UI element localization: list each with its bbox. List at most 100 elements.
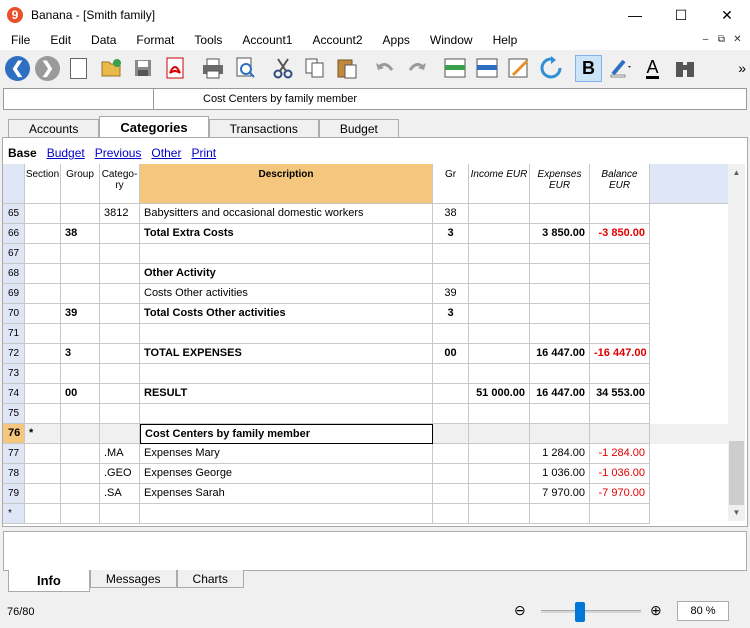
menu-apps[interactable]: Apps — [373, 30, 420, 50]
mdi-close-button[interactable]: ✕ — [731, 33, 744, 46]
table-row[interactable]: 77 .MA Expenses Mary 1 284.00 -1 284.00 — [3, 444, 728, 464]
cell-income[interactable] — [469, 464, 530, 484]
row-number[interactable]: 70 — [3, 304, 25, 324]
cell-gr[interactable] — [433, 324, 469, 344]
cell-expenses[interactable] — [530, 364, 590, 384]
vertical-scrollbar[interactable]: ▲ ▼ — [728, 164, 745, 521]
toolbar-more-icon[interactable]: » — [738, 60, 746, 76]
cell-expenses[interactable]: 16 447.00 — [530, 384, 590, 404]
cell-category[interactable] — [100, 264, 140, 284]
row-number[interactable]: 74 — [3, 384, 25, 404]
cell-balance[interactable] — [590, 404, 650, 424]
cut-icon[interactable] — [269, 55, 296, 82]
cell-gr[interactable] — [433, 424, 469, 444]
table-row[interactable]: 78 .GEO Expenses George 1 036.00 -1 036.00 — [3, 464, 728, 484]
close-button[interactable]: ✕ — [704, 0, 750, 30]
header-section[interactable]: Section — [25, 164, 61, 204]
cell-group[interactable] — [61, 484, 100, 504]
open-file-icon[interactable] — [97, 55, 124, 82]
cell-description[interactable]: Expenses Sarah — [140, 484, 433, 504]
back-icon[interactable]: ❮ — [5, 55, 30, 81]
print-icon[interactable] — [199, 55, 226, 82]
tab-charts[interactable]: Charts — [176, 570, 244, 588]
cell-category[interactable] — [100, 384, 140, 404]
cell-group[interactable]: 39 — [61, 304, 100, 324]
cell-description[interactable]: Total Extra Costs — [140, 224, 433, 244]
cell-section[interactable] — [25, 244, 61, 264]
menu-window[interactable]: Window — [420, 30, 483, 50]
cell-expenses[interactable] — [530, 504, 590, 524]
row-number[interactable]: 66 — [3, 224, 25, 244]
cell-expenses[interactable]: 7 970.00 — [530, 484, 590, 504]
cell-expenses[interactable] — [530, 304, 590, 324]
row-number[interactable]: 69 — [3, 284, 25, 304]
cell-category[interactable] — [100, 404, 140, 424]
menu-data[interactable]: Data — [81, 30, 126, 50]
cell-section[interactable] — [25, 384, 61, 404]
cell-group[interactable] — [61, 404, 100, 424]
row-number[interactable]: 72 — [3, 344, 25, 364]
cell-section[interactable] — [25, 204, 61, 224]
cell-gr[interactable]: 38 — [433, 204, 469, 224]
cell-balance[interactable] — [590, 284, 650, 304]
cell-section[interactable] — [25, 404, 61, 424]
row-number[interactable]: 75 — [3, 404, 25, 424]
cell-gr[interactable]: 3 — [433, 224, 469, 244]
table-row[interactable]: 72 3 TOTAL EXPENSES 00 16 447.00 -16 447.00 — [3, 344, 728, 364]
add-row-icon[interactable] — [441, 55, 468, 82]
cell-balance[interactable]: -3 850.00 — [590, 224, 650, 244]
cell-balance[interactable] — [590, 424, 650, 444]
cell-expenses[interactable] — [530, 264, 590, 284]
cell-gr[interactable] — [433, 444, 469, 464]
header-gr[interactable]: Gr — [433, 164, 469, 204]
view-other[interactable]: Other — [151, 146, 181, 160]
row-number[interactable]: 73 — [3, 364, 25, 384]
minimize-button[interactable]: — — [612, 0, 658, 30]
cell-balance[interactable] — [590, 244, 650, 264]
row-number[interactable]: * — [3, 504, 25, 524]
cell-expenses[interactable]: 1 036.00 — [530, 464, 590, 484]
view-base[interactable]: Base — [8, 146, 37, 160]
cell-group[interactable] — [61, 264, 100, 284]
cell-gr[interactable] — [433, 364, 469, 384]
table-row[interactable]: 74 00 RESULT 51 000.00 16 447.00 34 553.00 — [3, 384, 728, 404]
cell-section[interactable] — [25, 364, 61, 384]
cell-expenses[interactable] — [530, 284, 590, 304]
cell-section[interactable] — [25, 284, 61, 304]
cell-section[interactable] — [25, 464, 61, 484]
cell-category[interactable]: .SA — [100, 484, 140, 504]
cell-income[interactable] — [469, 304, 530, 324]
tab-info[interactable]: Info — [8, 570, 90, 592]
table-row[interactable]: 66 38 Total Extra Costs 3 3 850.00 -3 850.00 — [3, 224, 728, 244]
menu-file[interactable]: File — [0, 30, 40, 50]
copy-icon[interactable] — [301, 55, 328, 82]
table-row[interactable]: 76 * Cost Centers by family member — [3, 424, 728, 444]
cell-balance[interactable] — [590, 364, 650, 384]
table-row[interactable]: 70 39 Total Costs Other activities 3 — [3, 304, 728, 324]
scroll-up-icon[interactable]: ▲ — [728, 164, 745, 181]
row-number[interactable]: 68 — [3, 264, 25, 284]
cell-income[interactable] — [469, 344, 530, 364]
header-category[interactable]: Catego- ry — [100, 164, 140, 204]
cell-group[interactable] — [61, 504, 100, 524]
header-description[interactable]: Description — [140, 164, 433, 204]
cell-section[interactable] — [25, 344, 61, 364]
cell-balance[interactable] — [590, 264, 650, 284]
scroll-thumb[interactable] — [729, 441, 744, 505]
cell-section[interactable] — [25, 324, 61, 344]
pdf-icon[interactable] — [161, 55, 188, 82]
cell-section[interactable] — [25, 264, 61, 284]
cell-group[interactable] — [61, 424, 100, 444]
header-income[interactable]: Income EUR — [469, 164, 530, 204]
cell-income[interactable]: 51 000.00 — [469, 384, 530, 404]
row-number[interactable]: 79 — [3, 484, 25, 504]
undo-icon[interactable] — [371, 55, 398, 82]
scroll-down-icon[interactable]: ▼ — [728, 504, 745, 521]
cell-category[interactable] — [100, 224, 140, 244]
cell-income[interactable] — [469, 204, 530, 224]
redo-icon[interactable] — [403, 55, 430, 82]
tab-messages[interactable]: Messages — [89, 570, 177, 588]
edit-row-icon[interactable] — [505, 55, 532, 82]
recalculate-icon[interactable] — [537, 55, 564, 82]
cell-group[interactable]: 00 — [61, 384, 100, 404]
